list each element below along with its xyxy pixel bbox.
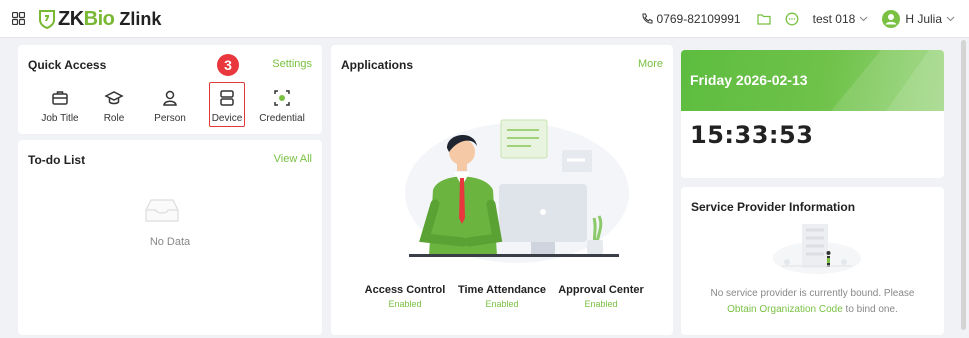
briefcase-icon	[52, 91, 68, 105]
message-icon[interactable]	[785, 12, 799, 26]
shield-logo-icon	[39, 10, 55, 29]
building-illustration-icon	[773, 224, 861, 274]
support-phone: 0769-82109991	[656, 12, 741, 26]
quick-access-label: Person	[154, 113, 186, 124]
app-status: Enabled	[584, 299, 618, 309]
folder-icon[interactable]	[756, 13, 771, 25]
todo-view-all-link[interactable]: View All	[274, 153, 312, 165]
logo-zk-text: ZK	[58, 7, 84, 30]
app-access-control[interactable]: Access Control Enabled	[350, 284, 460, 309]
chevron-down-icon[interactable]	[859, 16, 868, 22]
avatar[interactable]	[882, 10, 901, 28]
app-grid-icon[interactable]	[12, 12, 25, 25]
applications-list: Access Control Enabled Time Attendance E…	[340, 284, 664, 314]
app-time-attendance[interactable]: Time Attendance Enabled	[447, 284, 557, 309]
quick-access-items: Job Title Role Person Device Credential	[12, 50, 308, 130]
workspace-illustration	[405, 119, 629, 263]
app-name: Access Control	[364, 284, 446, 296]
top-right-tools: 0769-82109991 test 018 H Julia	[641, 0, 969, 38]
date-banner: Friday 2026-02-13	[681, 50, 944, 111]
graduation-cap-icon	[104, 91, 124, 105]
quick-access-label: Credential	[259, 113, 305, 124]
obtain-organization-code-link[interactable]: Obtain Organization Code	[727, 304, 843, 315]
app-approval-center[interactable]: Approval Center Enabled	[546, 284, 656, 309]
service-provider-title: Service Provider Information	[691, 200, 856, 214]
app-name: Approval Center	[558, 284, 644, 296]
user-menu-chevron-icon[interactable]	[946, 16, 955, 22]
quick-access-label: Role	[103, 113, 125, 124]
service-provider-text: No service provider is currently bound. …	[710, 288, 915, 299]
phone-icon	[642, 13, 653, 24]
service-provider-message: No service provider is currently bound. …	[681, 286, 944, 318]
product-name: Zlink	[119, 8, 162, 29]
user-name[interactable]: H Julia	[905, 12, 942, 26]
step-badge: 3	[217, 54, 239, 76]
current-time: 15:33:53	[690, 121, 814, 149]
logo-bio-text: Bio	[83, 7, 115, 30]
no-data-text: No Data	[149, 236, 191, 248]
app-status: Enabled	[485, 299, 519, 309]
applications-title: Applications	[341, 58, 414, 72]
empty-inbox-icon	[145, 199, 179, 222]
app-status: Enabled	[388, 299, 422, 309]
applications-more-link[interactable]: More	[638, 58, 663, 70]
todo-title: To-do List	[28, 153, 86, 167]
device-highlight-box	[209, 82, 245, 127]
top-bar: ZK Bio Zlink 0769-82109991 test 018 H Ju…	[0, 0, 969, 38]
company-selector[interactable]: test 018	[813, 12, 856, 26]
page-scrollbar[interactable]	[961, 40, 966, 330]
current-date: Friday 2026-02-13	[690, 72, 808, 88]
service-provider-text-suffix: to bind one.	[842, 304, 898, 315]
app-name: Time Attendance	[457, 284, 547, 296]
person-icon	[163, 90, 177, 106]
zkbio-logo[interactable]: ZK Bio Zlink	[38, 8, 161, 30]
credential-icon	[274, 90, 290, 106]
